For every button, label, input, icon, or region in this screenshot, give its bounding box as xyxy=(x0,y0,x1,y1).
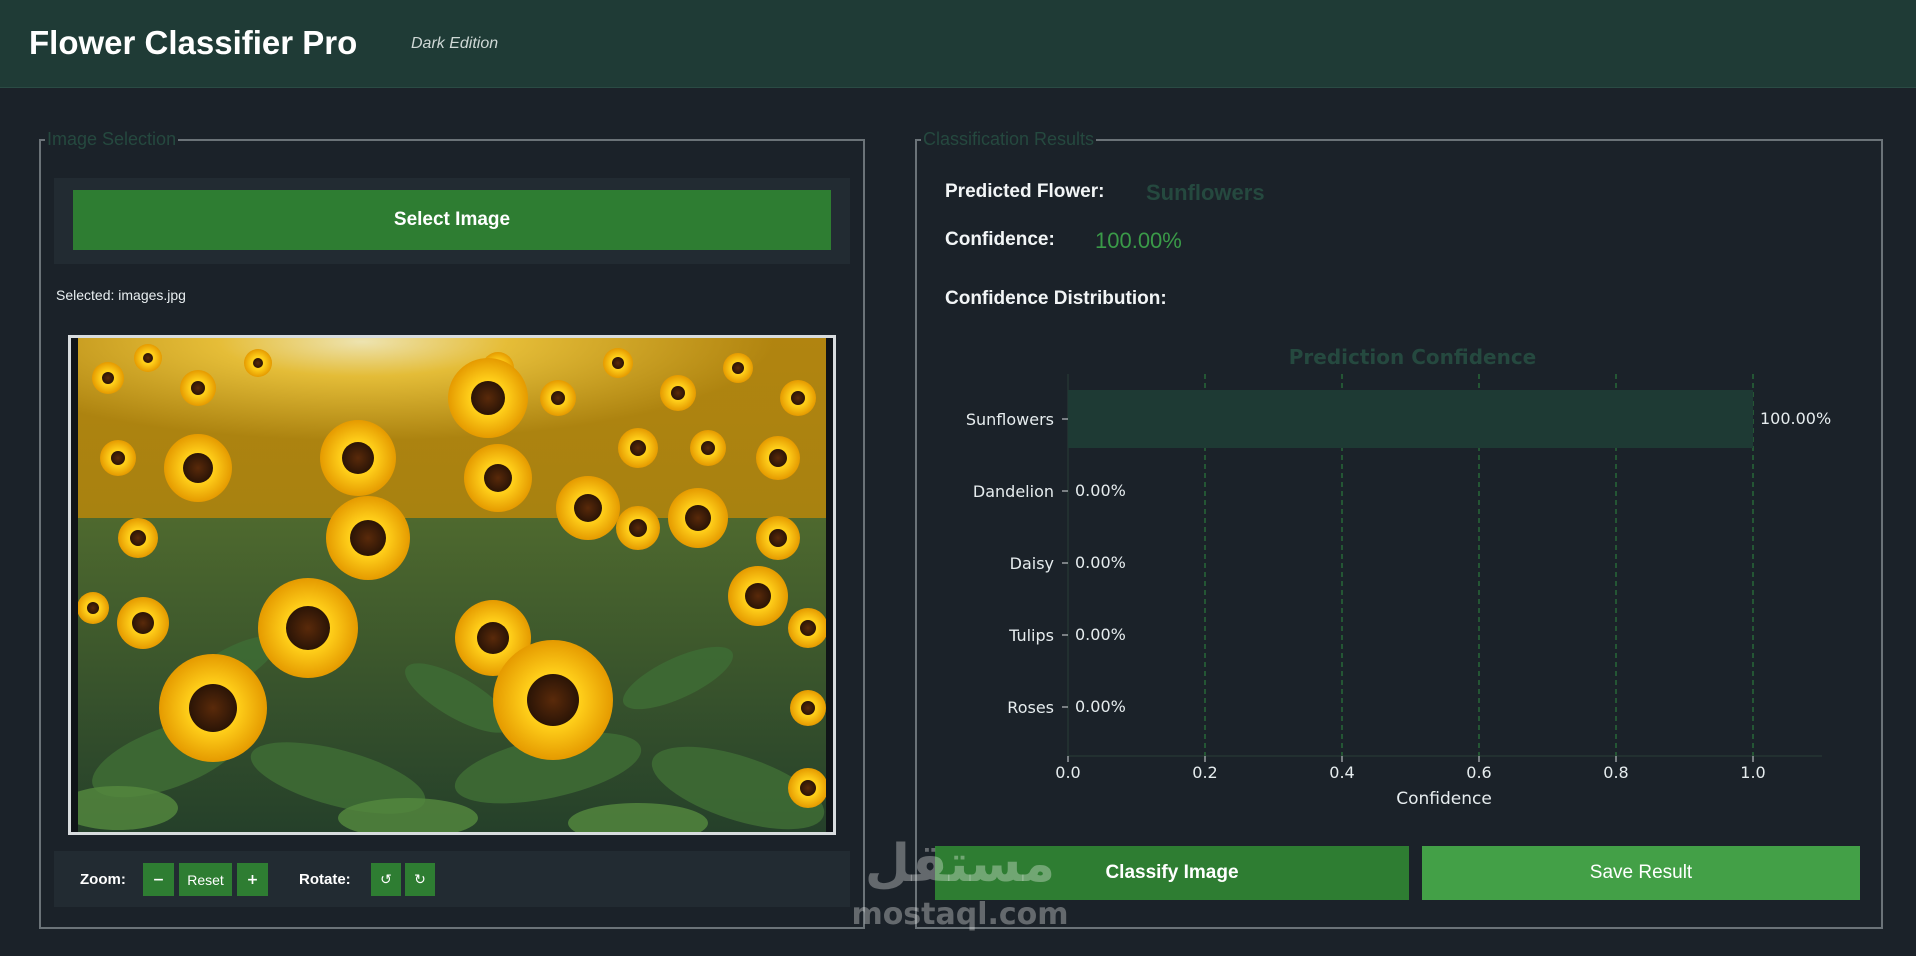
chart-title: Prediction Confidence xyxy=(1289,345,1537,369)
chart-x-tick-label: 0.6 xyxy=(1466,763,1491,782)
chart-value-label: 0.00% xyxy=(1075,697,1126,716)
chart-value-label: 100.00% xyxy=(1760,409,1831,428)
chart-value-label: 0.00% xyxy=(1075,625,1126,644)
chart-category-label: Sunflowers xyxy=(966,410,1054,429)
chart-x-tick-label: 1.0 xyxy=(1740,763,1765,782)
chart-value-label: 0.00% xyxy=(1075,553,1126,572)
classify-image-button[interactable]: Classify Image xyxy=(935,846,1409,900)
save-result-button[interactable]: Save Result xyxy=(1422,846,1860,900)
chart-bar xyxy=(1068,390,1753,448)
chart-category-label: Daisy xyxy=(1010,554,1054,573)
chart-x-tick-label: 0.0 xyxy=(1055,763,1080,782)
chart-x-tick-label: 0.2 xyxy=(1192,763,1217,782)
chart-category-label: Tulips xyxy=(1008,626,1054,645)
chart-category-label: Roses xyxy=(1007,698,1054,717)
prediction-confidence-chart: Prediction Confidence Sunflowers 100.00% Da… xyxy=(966,345,1831,809)
chart-category-label: Dandelion xyxy=(973,482,1054,501)
chart-x-tick-label: 0.8 xyxy=(1603,763,1628,782)
chart-value-label: 0.00% xyxy=(1075,481,1126,500)
chart-x-axis-label: Confidence xyxy=(1396,789,1492,809)
chart-x-tick-label: 0.4 xyxy=(1329,763,1354,782)
